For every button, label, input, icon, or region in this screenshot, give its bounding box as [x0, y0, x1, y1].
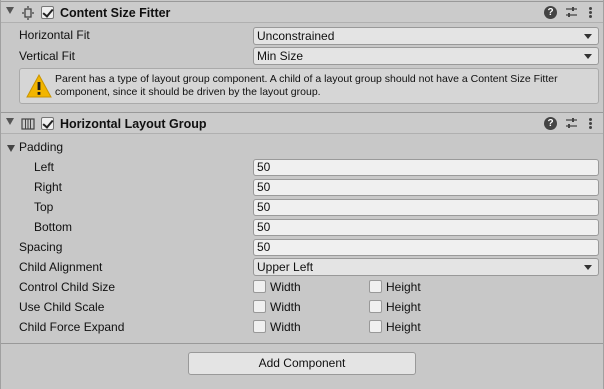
- padding-left-label: Left: [34, 160, 55, 174]
- dropdown-arrow-icon: [584, 54, 592, 59]
- component-title: Content Size Fitter: [60, 6, 171, 20]
- warning-line-2: component, since it should be driven by …: [55, 86, 321, 98]
- child-alignment-value: Upper Left: [257, 260, 314, 274]
- width-label: Width: [270, 300, 301, 314]
- child-force-expand-label: Child Force Expand: [19, 320, 125, 334]
- width-label: Width: [270, 280, 301, 294]
- foldout-arrow-icon[interactable]: [6, 7, 14, 14]
- padding-right-label: Right: [34, 180, 63, 194]
- help-icon[interactable]: ?: [544, 6, 557, 19]
- component-title: Horizontal Layout Group: [60, 117, 207, 131]
- add-component-button[interactable]: Add Component: [188, 352, 416, 375]
- kebab-menu-icon[interactable]: [589, 6, 593, 19]
- vertical-fit-label: Vertical Fit: [19, 49, 76, 63]
- padding-label[interactable]: Padding: [19, 138, 63, 156]
- padding-top-field[interactable]: 50: [253, 199, 599, 216]
- child-alignment-label: Child Alignment: [19, 260, 103, 274]
- vertical-fit-value: Min Size: [257, 49, 304, 63]
- control-child-size-height-checkbox[interactable]: [369, 280, 382, 293]
- width-label: Width: [270, 320, 301, 334]
- padding-top-label: Top: [34, 200, 54, 214]
- height-label: Height: [386, 280, 421, 294]
- horizontal-fit-label: Horizontal Fit: [19, 28, 90, 42]
- spacing-field[interactable]: 50: [253, 239, 599, 256]
- padding-foldout-arrow-icon[interactable]: [7, 145, 15, 152]
- kebab-menu-icon[interactable]: [589, 117, 593, 130]
- horizontal-fit-value: Unconstrained: [257, 29, 335, 43]
- use-child-scale-label: Use Child Scale: [19, 300, 105, 314]
- warning-helpbox: Parent has a type of layout group compon…: [19, 68, 599, 104]
- content-size-fitter-header[interactable]: Content Size Fitter ?: [1, 1, 603, 23]
- height-label: Height: [386, 300, 421, 314]
- height-label: Height: [386, 320, 421, 334]
- padding-bottom-label: Bottom: [34, 220, 73, 234]
- inspector-panel: Content Size Fitter ? Horizontal Fit Unc…: [0, 0, 604, 389]
- content-size-fitter-icon: [22, 6, 34, 20]
- use-child-scale-height-checkbox[interactable]: [369, 300, 382, 313]
- foldout-arrow-icon[interactable]: [6, 118, 14, 125]
- presets-icon[interactable]: [565, 117, 578, 130]
- horizontal-layout-group-icon: [21, 118, 35, 130]
- warning-message: Parent has a type of layout group compon…: [55, 73, 595, 99]
- dropdown-arrow-icon: [584, 265, 592, 270]
- padding-right-field[interactable]: 50: [253, 179, 599, 196]
- component-enabled-checkbox[interactable]: [41, 6, 54, 19]
- warning-line-1: Parent has a type of layout group compon…: [55, 73, 558, 85]
- warning-icon: [26, 74, 52, 98]
- padding-left-field[interactable]: 50: [253, 159, 599, 176]
- help-icon[interactable]: ?: [544, 117, 557, 130]
- padding-bottom-field[interactable]: 50: [253, 219, 599, 236]
- presets-icon[interactable]: [565, 6, 578, 19]
- component-enabled-checkbox[interactable]: [41, 117, 54, 130]
- spacing-label: Spacing: [19, 240, 63, 254]
- child-alignment-dropdown[interactable]: Upper Left: [253, 258, 599, 276]
- divider: [1, 343, 603, 344]
- child-force-expand-height-checkbox[interactable]: [369, 320, 382, 333]
- dropdown-arrow-icon: [584, 34, 592, 39]
- control-child-size-width-checkbox[interactable]: [253, 280, 266, 293]
- use-child-scale-width-checkbox[interactable]: [253, 300, 266, 313]
- horizontal-layout-group-header[interactable]: Horizontal Layout Group ?: [1, 112, 603, 134]
- horizontal-fit-dropdown[interactable]: Unconstrained: [253, 27, 599, 45]
- child-force-expand-width-checkbox[interactable]: [253, 320, 266, 333]
- control-child-size-label: Control Child Size: [19, 280, 116, 294]
- vertical-fit-dropdown[interactable]: Min Size: [253, 47, 599, 65]
